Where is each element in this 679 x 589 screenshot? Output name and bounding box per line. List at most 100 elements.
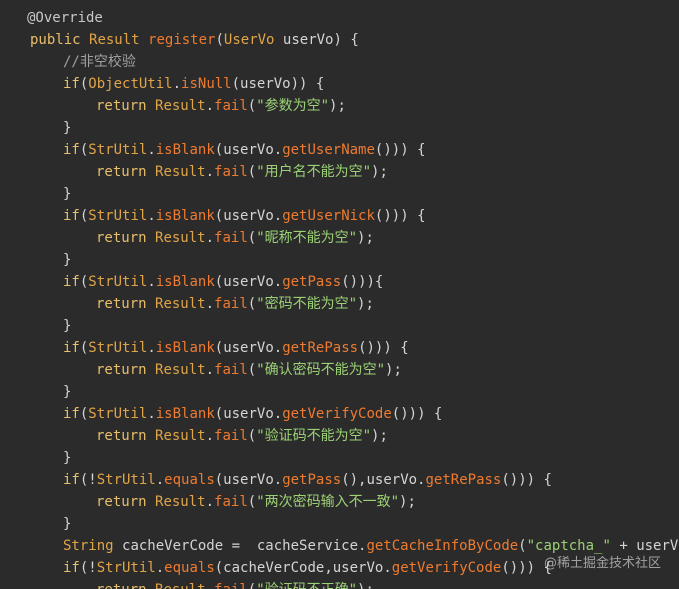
code-token-string: "昵称不能为空" bbox=[256, 230, 358, 246]
code-token-type: StrUtil bbox=[88, 340, 148, 356]
code-token-plain: . bbox=[147, 208, 156, 224]
code-line[interactable]: } bbox=[0, 447, 679, 469]
code-token-method: fail bbox=[214, 582, 248, 589]
code-line[interactable]: return Result.fail("密码不能为空"); bbox=[0, 293, 679, 315]
code-token-type: Result bbox=[155, 230, 206, 246]
code-line[interactable]: @Override bbox=[0, 7, 679, 29]
code-editor[interactable]: @Override public Result register(UserVo u… bbox=[0, 0, 679, 589]
code-token-keyword: if bbox=[63, 142, 80, 158]
code-line[interactable]: return Result.fail("参数为空"); bbox=[0, 95, 679, 117]
code-token-type: Result bbox=[155, 494, 206, 510]
code-line[interactable]: public Result register(UserVo userVo) { bbox=[0, 29, 679, 51]
code-line[interactable]: if(ObjectUtil.isNull(userVo)) { bbox=[0, 73, 679, 95]
code-token-plain: . bbox=[147, 274, 156, 290]
code-token-keyword: return bbox=[96, 164, 156, 180]
code-token-plain: ); bbox=[329, 98, 346, 114]
code-token-type: UserVo bbox=[223, 32, 275, 48]
code-token-plain: ( bbox=[247, 428, 257, 444]
code-line[interactable]: return Result.fail("验证码不正确"); bbox=[0, 579, 679, 589]
code-token-plain: ())) { bbox=[358, 340, 409, 356]
code-token-plain: ( bbox=[215, 32, 224, 48]
code-token-type: ObjectUtil bbox=[88, 76, 173, 92]
code-token-string: "确认密码不能为空" bbox=[256, 362, 386, 378]
code-line[interactable]: } bbox=[0, 183, 679, 205]
code-line[interactable]: return Result.fail("昵称不能为空"); bbox=[0, 227, 679, 249]
code-line[interactable]: return Result.fail("用户名不能为空"); bbox=[0, 161, 679, 183]
code-line[interactable]: } bbox=[0, 315, 679, 337]
code-token-plain: ); bbox=[357, 582, 374, 589]
code-token-string: "两次密码输入不一致" bbox=[256, 494, 400, 510]
code-token-plain: (userVo)) { bbox=[231, 76, 325, 92]
code-line[interactable]: if(StrUtil.isBlank(userVo.getUserName())… bbox=[0, 139, 679, 161]
code-token-plain: ( bbox=[247, 230, 257, 246]
code-line[interactable]: if(StrUtil.isBlank(userVo.getVerifyCode(… bbox=[0, 403, 679, 425]
code-token-plain: ( bbox=[247, 362, 257, 378]
code-token-plain: ())) { bbox=[501, 472, 552, 488]
code-token-keyword: if bbox=[63, 406, 80, 422]
code-token-method: fail bbox=[214, 98, 248, 114]
code-token-plain: (),userVo. bbox=[341, 472, 426, 488]
code-area[interactable]: @Override public Result register(UserVo u… bbox=[0, 7, 679, 589]
code-token-type: Result bbox=[89, 32, 149, 48]
code-token-plain: (userVo. bbox=[214, 208, 283, 224]
code-token-plain: ())){ bbox=[341, 274, 384, 290]
code-line[interactable]: if(StrUtil.isBlank(userVo.getPass())){ bbox=[0, 271, 679, 293]
code-line[interactable]: if(StrUtil.isBlank(userVo.getRePass())) … bbox=[0, 337, 679, 359]
code-token-plain: (cacheVerCode,userVo. bbox=[214, 560, 392, 576]
code-token-keyword: return bbox=[96, 494, 156, 510]
code-token-plain: (! bbox=[79, 560, 97, 576]
code-line[interactable]: return Result.fail("确认密码不能为空"); bbox=[0, 359, 679, 381]
code-token-keyword: if bbox=[63, 274, 80, 290]
code-line[interactable]: } bbox=[0, 117, 679, 139]
code-token-plain: ); bbox=[371, 164, 388, 180]
code-token-keyword: if bbox=[63, 560, 80, 576]
code-token-plain: } bbox=[63, 186, 72, 202]
code-token-type: Result bbox=[155, 164, 206, 180]
code-token-comment: //非空校验 bbox=[63, 54, 136, 70]
code-token-plain: . bbox=[206, 582, 214, 589]
code-token-plain: . bbox=[155, 472, 165, 488]
code-token-plain: . bbox=[205, 428, 215, 444]
code-token-type: Result bbox=[155, 428, 206, 444]
code-token-method: equals bbox=[164, 560, 215, 576]
code-token-method: fail bbox=[214, 428, 248, 444]
code-line[interactable]: } bbox=[0, 249, 679, 271]
code-token-method: isBlank bbox=[155, 340, 215, 356]
code-token-plain: ( bbox=[247, 494, 257, 510]
code-token-keyword: if bbox=[63, 340, 80, 356]
code-token-keyword: return bbox=[96, 362, 156, 378]
code-token-plain: (userVo. bbox=[214, 472, 283, 488]
code-line[interactable]: } bbox=[0, 381, 679, 403]
code-token-plain: . bbox=[205, 494, 215, 510]
code-line[interactable]: //非空校验 bbox=[0, 51, 679, 73]
code-token-plain: (userVo. bbox=[214, 274, 283, 290]
code-token-string: "密码不能为空" bbox=[256, 296, 358, 312]
code-token-string: "用户名不能为空" bbox=[256, 164, 372, 180]
code-token-plain: ())) { bbox=[391, 406, 443, 422]
code-token-plain: . bbox=[205, 230, 215, 246]
code-token-method: getUserNick bbox=[282, 208, 375, 224]
code-token-plain: . bbox=[205, 98, 215, 114]
code-token-string: "参数为空" bbox=[256, 98, 330, 114]
code-token-plain: . bbox=[155, 560, 165, 576]
code-token-type: Result bbox=[155, 362, 206, 378]
code-token-plain: (! bbox=[79, 472, 97, 488]
code-token-keyword: public bbox=[30, 32, 90, 48]
code-token-type: String bbox=[63, 538, 123, 554]
code-line[interactable]: } bbox=[0, 513, 679, 535]
code-token-plain: } bbox=[63, 318, 72, 334]
code-token-plain: (userVo. bbox=[214, 340, 283, 356]
code-token-method: isNull bbox=[181, 76, 232, 92]
code-token-method: getRePass bbox=[282, 340, 359, 356]
code-line[interactable]: if(StrUtil.isBlank(userVo.getUserNick())… bbox=[0, 205, 679, 227]
code-token-keyword: if bbox=[63, 76, 80, 92]
code-token-plain: . bbox=[147, 406, 156, 422]
code-line[interactable]: return Result.fail("两次密码输入不一致"); bbox=[0, 491, 679, 513]
code-token-plain: } bbox=[63, 516, 72, 532]
code-line[interactable]: if(!StrUtil.equals(userVo.getPass(),user… bbox=[0, 469, 679, 491]
code-token-plain: } bbox=[63, 450, 72, 466]
code-token-method: isBlank bbox=[155, 142, 215, 158]
code-token-method: isBlank bbox=[155, 406, 215, 422]
code-line[interactable]: return Result.fail("验证码不能为空"); bbox=[0, 425, 679, 447]
code-token-plain: ); bbox=[357, 296, 374, 312]
